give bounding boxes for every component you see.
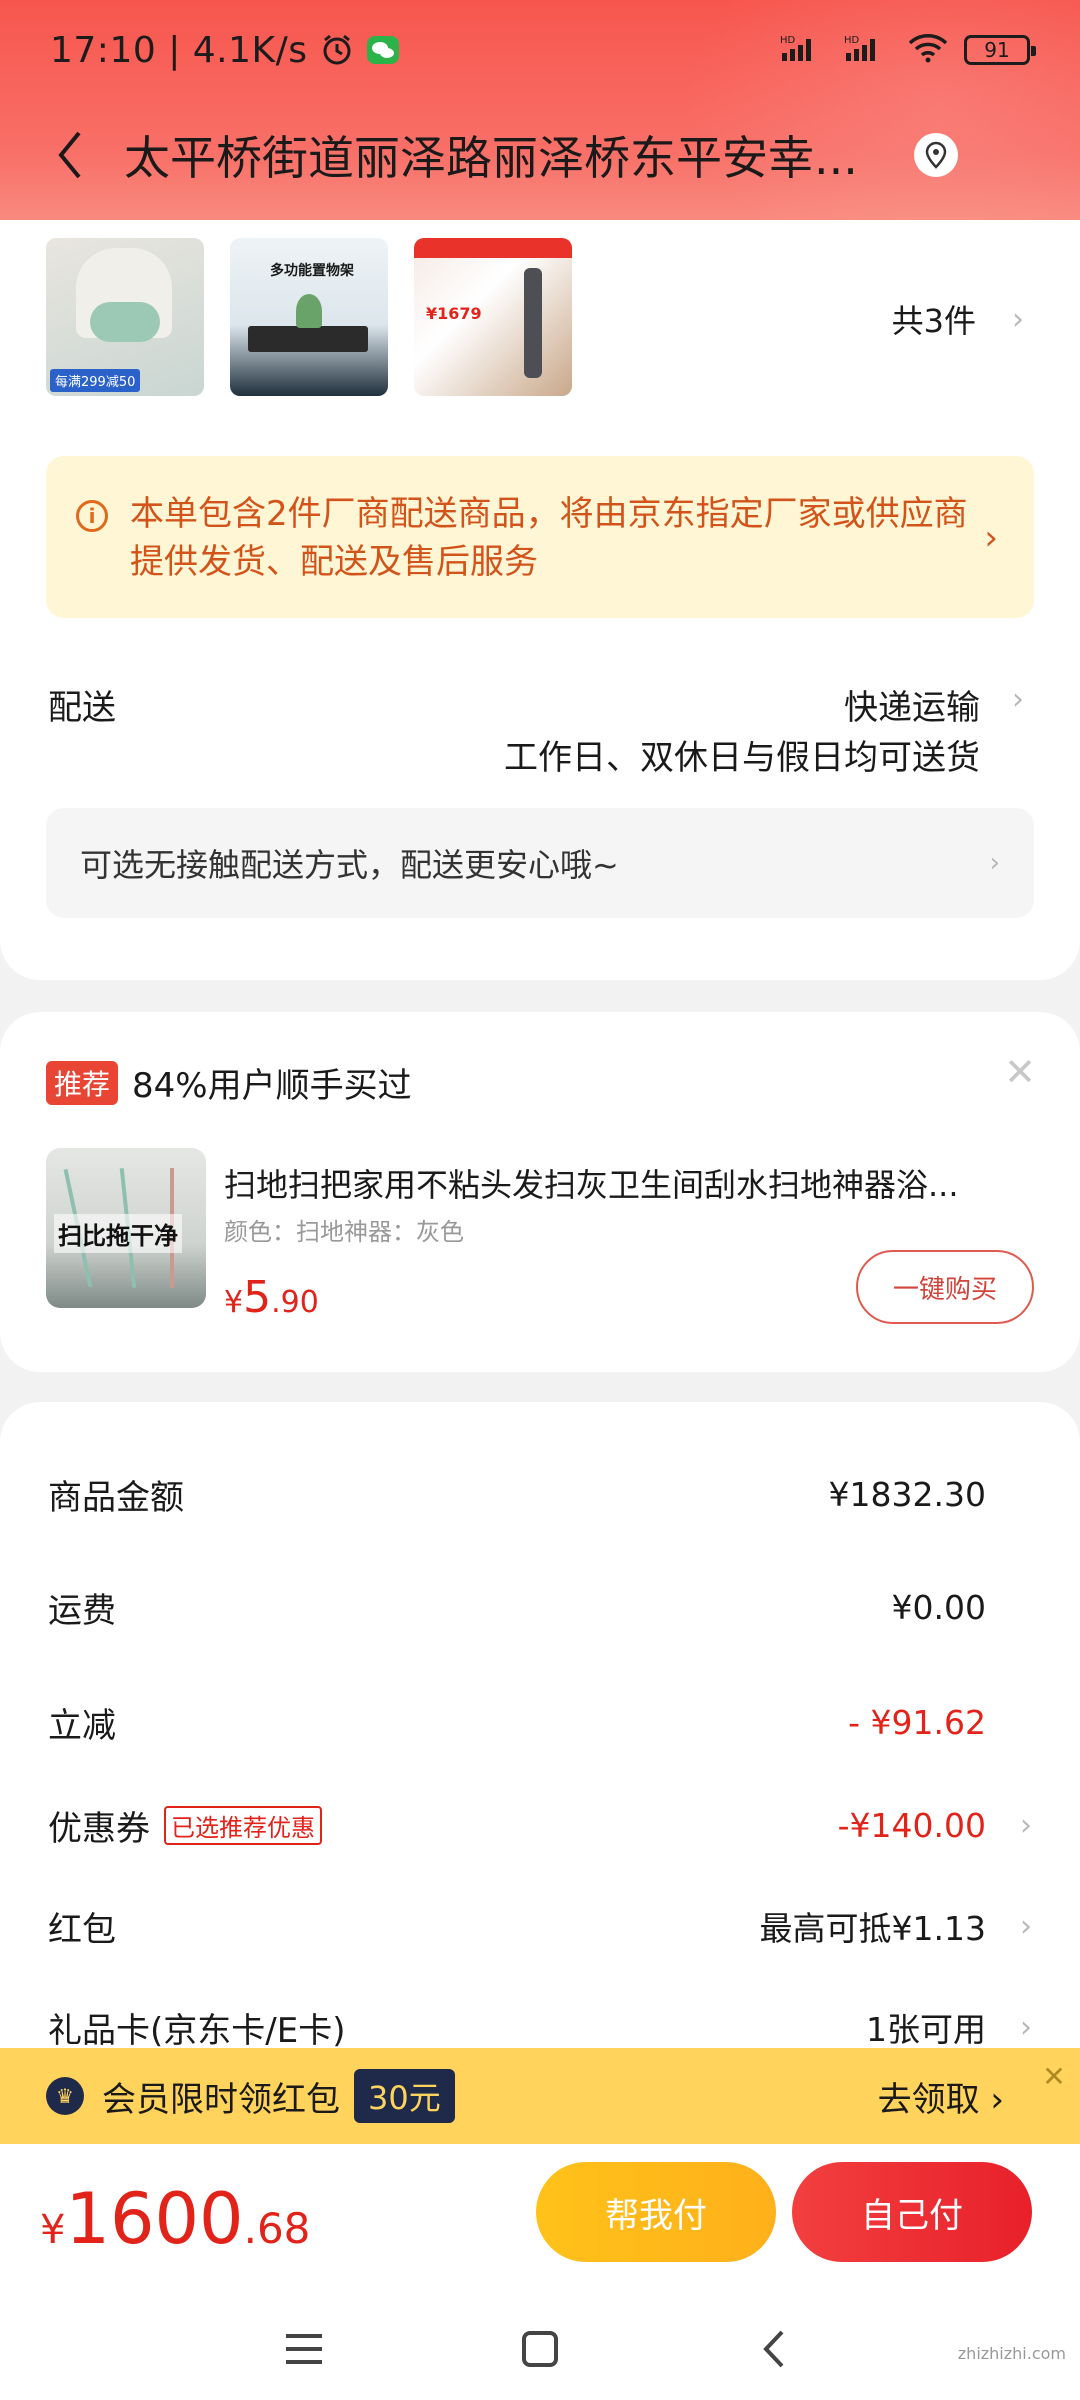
chevron-right-icon: › bbox=[989, 848, 1000, 878]
recommend-product-name[interactable]: 扫地扫把家用不粘头发扫灰卫生间刮水扫地神器浴... bbox=[224, 1160, 1014, 1206]
product-thumb[interactable]: 多功能置物架 bbox=[230, 238, 388, 396]
row-label: 礼品卡(京东卡/E卡) bbox=[48, 2010, 346, 2051]
item-count[interactable]: 共3件 › bbox=[892, 296, 1024, 342]
row-label: 运费 bbox=[48, 1590, 116, 1631]
vendor-delivery-notice[interactable]: i 本单包含2件厂商配送商品，将由京东指定厂家或供应商提供发货、配送及售后服务 … bbox=[46, 456, 1034, 618]
svg-text:HD: HD bbox=[780, 35, 796, 46]
row-value: ¥0.00 bbox=[891, 1587, 986, 1627]
row-label: 商品金额 bbox=[48, 1477, 184, 1518]
delivery-time: 工作日、双休日与假日均可送货 bbox=[504, 738, 980, 778]
location-icon[interactable] bbox=[914, 133, 958, 177]
status-time: 17:10 | 4.1K/s bbox=[50, 29, 308, 71]
banner-amount: 30元 bbox=[354, 2069, 455, 2123]
wechat-icon bbox=[366, 35, 400, 65]
row-value: 最高可抵¥1.13 bbox=[759, 1909, 986, 1948]
contactless-delivery-option[interactable]: 可选无接触配送方式，配送更安心哦~ › bbox=[46, 808, 1034, 918]
recommend-title: 84%用户顺手买过 bbox=[132, 1066, 412, 1106]
chevron-right-icon[interactable]: › bbox=[1012, 682, 1024, 717]
total-int: 1600 bbox=[65, 2178, 244, 2260]
recommendation-card: 推荐 84%用户顺手买过 ✕ 扫比拖干净 扫地扫把家用不粘头发扫灰卫生间刮水扫地… bbox=[0, 1012, 1080, 1372]
recommend-product-spec: 颜色：扫地神器：灰色 bbox=[224, 1218, 464, 1246]
system-nav-bar bbox=[0, 2309, 1080, 2389]
close-icon[interactable]: ✕ bbox=[1038, 2060, 1070, 2093]
alarm-icon bbox=[320, 33, 354, 67]
row-label: 立减 bbox=[48, 1705, 116, 1746]
thumb-graphic bbox=[524, 268, 542, 378]
menu-icon[interactable] bbox=[274, 2319, 334, 2379]
delivery-method[interactable]: 快递运输 bbox=[844, 680, 980, 729]
item-count-label: 共3件 bbox=[891, 302, 976, 340]
thumb-tag: 每满299减50 bbox=[50, 369, 141, 392]
thumb-graphic bbox=[90, 302, 160, 342]
banner-text: 会员限时领红包 bbox=[102, 2079, 340, 2120]
info-icon: i bbox=[76, 500, 108, 532]
help-me-pay-button[interactable]: 帮我付 bbox=[536, 2162, 776, 2262]
product-thumb[interactable]: 每满299减50 bbox=[46, 238, 204, 396]
wifi-icon bbox=[908, 33, 948, 67]
vip-icon: ♛ bbox=[46, 2077, 84, 2115]
status-right: HD HD 91 bbox=[780, 33, 1036, 67]
summary-row-shipping: 运费 ¥0.00 bbox=[48, 1577, 1032, 1637]
pay-button[interactable]: 自己付 bbox=[792, 2162, 1032, 2262]
row-value: 1张可用 bbox=[866, 2010, 986, 2049]
delivery-label: 配送 bbox=[48, 688, 116, 728]
thumb-graphic bbox=[248, 326, 368, 352]
signal-icon: HD bbox=[780, 33, 828, 67]
thumb-price: ¥1679 bbox=[426, 304, 482, 323]
claim-link[interactable]: 去领取 › bbox=[878, 2072, 1004, 2121]
image-caption: 扫比拖干净 bbox=[54, 1214, 182, 1253]
recommend-price: ¥5.90 bbox=[224, 1272, 319, 1323]
chevron-right-icon: › bbox=[1012, 301, 1024, 337]
total-dec: .68 bbox=[243, 2204, 311, 2253]
contactless-text: 可选无接触配送方式，配送更安心哦~ bbox=[80, 846, 619, 884]
thumb-graphic bbox=[414, 238, 572, 258]
coupon-tag: 已选推荐优惠 bbox=[164, 1805, 322, 1845]
back-button[interactable] bbox=[40, 120, 100, 190]
watermark: zhizhizhi.com bbox=[957, 2344, 1066, 2363]
chevron-right-icon: › bbox=[1020, 1908, 1032, 1944]
row-label: 红包 bbox=[48, 1909, 116, 1950]
total-price: ¥1600.68 bbox=[40, 2178, 310, 2260]
header: 17:10 | 4.1K/s HD HD 91 太平桥街道丽泽路丽泽桥东平安幸.… bbox=[0, 0, 1080, 220]
row-value: - ¥91.62 bbox=[848, 1702, 986, 1742]
status-bar: 17:10 | 4.1K/s HD HD 91 bbox=[0, 0, 1080, 100]
back-nav-icon[interactable] bbox=[744, 2319, 804, 2379]
address-title[interactable]: 太平桥街道丽泽路丽泽桥东平安幸... bbox=[124, 122, 894, 188]
row-value: -¥140.00 bbox=[837, 1805, 986, 1845]
one-click-buy-button[interactable]: 一键购买 bbox=[856, 1250, 1034, 1324]
claim-link-label: 去领取 bbox=[877, 2079, 980, 2120]
price-dec: .90 bbox=[271, 1285, 319, 1320]
nav-row: 太平桥街道丽泽路丽泽桥东平安幸... bbox=[0, 110, 1080, 200]
recommendation-header: 推荐 84%用户顺手买过 bbox=[46, 1058, 412, 1107]
chevron-right-icon: › bbox=[1020, 1807, 1032, 1843]
signal-icon-2: HD bbox=[844, 33, 892, 67]
chevron-right-icon: › bbox=[1020, 2009, 1032, 2045]
thumb-graphic bbox=[296, 294, 322, 328]
summary-row-coupon[interactable]: 优惠券 已选推荐优惠 -¥140.00 › bbox=[48, 1795, 1032, 1855]
total-symbol: ¥ bbox=[40, 2207, 66, 2253]
checkout-bar: ¥1600.68 帮我付 自己付 zhizhizhi.com bbox=[0, 2144, 1080, 2400]
home-icon[interactable] bbox=[510, 2319, 570, 2379]
row-label: 优惠券 bbox=[48, 1808, 150, 1849]
thumb-title: 多功能置物架 bbox=[270, 263, 354, 279]
recommend-badge: 推荐 bbox=[46, 1060, 119, 1105]
close-icon[interactable]: ✕ bbox=[1004, 1050, 1036, 1094]
price-int: 5 bbox=[243, 1272, 272, 1323]
battery-icon: 91 bbox=[964, 35, 1036, 65]
price-symbol: ¥ bbox=[224, 1285, 244, 1320]
summary-row-goods: 商品金额 ¥1832.30 bbox=[48, 1464, 1032, 1524]
summary-row-discount: 立减 - ¥91.62 bbox=[48, 1692, 1032, 1752]
order-items-card: 每满299减50 多功能置物架 ¥1679 共3件 › i 本单包含2件厂商配送… bbox=[0, 220, 1080, 980]
chevron-left-icon bbox=[58, 131, 81, 179]
member-redpacket-banner[interactable]: ♛ 会员限时领红包 30元 去领取 › ✕ bbox=[0, 2048, 1080, 2144]
summary-row-redpacket[interactable]: 红包 最高可抵¥1.13 › bbox=[48, 1896, 1032, 1956]
svg-text:HD: HD bbox=[844, 35, 860, 46]
row-value: ¥1832.30 bbox=[828, 1474, 986, 1514]
notice-text: 本单包含2件厂商配送商品，将由京东指定厂家或供应商提供发货、配送及售后服务 bbox=[130, 494, 968, 582]
chevron-right-icon: › bbox=[984, 518, 998, 558]
recommend-product-image[interactable]: 扫比拖干净 bbox=[46, 1148, 206, 1308]
product-thumbnails[interactable]: 每满299减50 多功能置物架 ¥1679 bbox=[46, 238, 572, 396]
product-thumb[interactable]: ¥1679 bbox=[414, 238, 572, 396]
